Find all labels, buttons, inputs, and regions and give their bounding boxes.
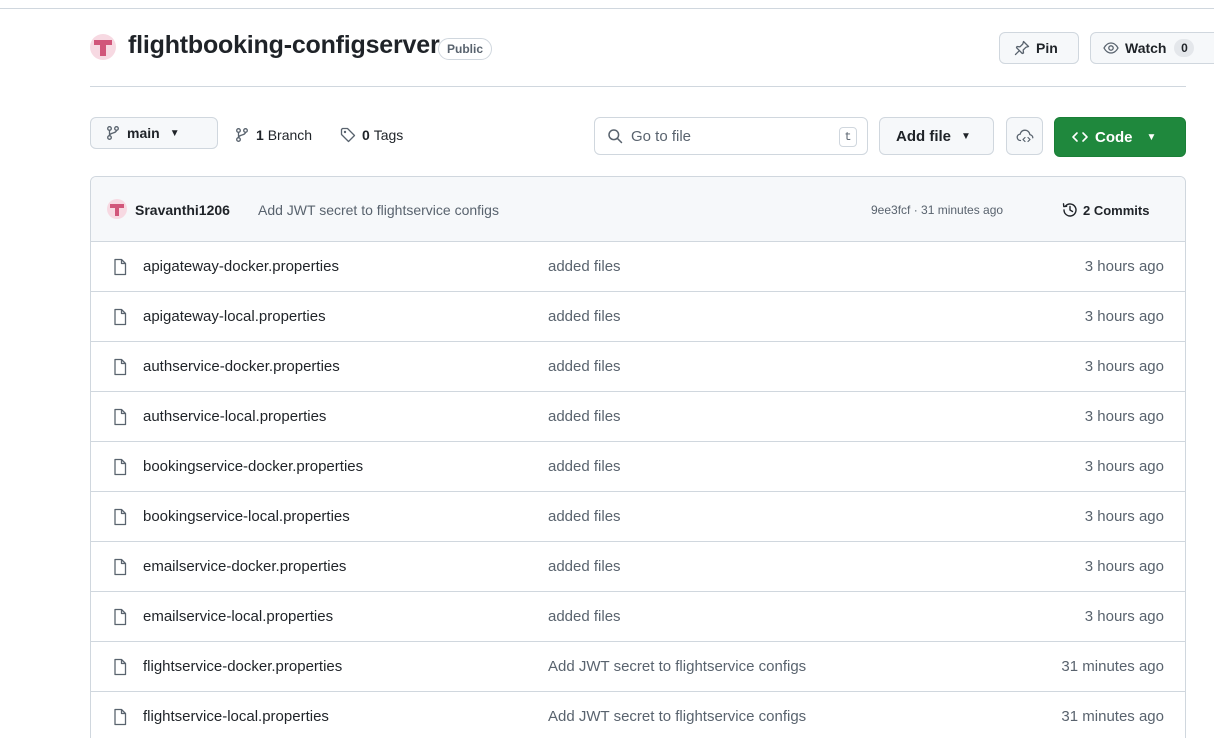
file-commit-message[interactable]: Add JWT secret to flightservice configs: [548, 708, 806, 725]
file-row[interactable]: flightservice-local.properties Add JWT se…: [91, 692, 1185, 738]
file-commit-message[interactable]: added files: [548, 258, 621, 275]
owner-avatar[interactable]: [90, 34, 116, 60]
file-name-link[interactable]: flightservice-docker.properties: [143, 658, 342, 675]
file-commit-message[interactable]: added files: [548, 558, 621, 575]
latest-commit-bar: Sravanthi1206 Add JWT secret to flightse…: [91, 177, 1185, 242]
code-button[interactable]: Code ▼: [1054, 117, 1186, 157]
commits-history-link[interactable]: 2 Commits: [1061, 201, 1149, 219]
file-commit-age: 3 hours ago: [1084, 308, 1164, 325]
codespaces-button[interactable]: [1006, 117, 1043, 155]
file-name-link[interactable]: apigateway-docker.properties: [143, 258, 339, 275]
file-row[interactable]: bookingservice-docker.properties added fi…: [91, 442, 1185, 492]
tags-label: Tags: [373, 127, 404, 143]
file-row[interactable]: authservice-local.properties added files 3…: [91, 392, 1185, 442]
file-name-link[interactable]: bookingservice-local.properties: [143, 508, 350, 525]
branch-name: main: [127, 125, 160, 141]
commit-hash-time[interactable]: 9ee3fcf · 31 minutes ago: [871, 203, 1003, 217]
file-commit-age: 3 hours ago: [1084, 608, 1164, 625]
file-commit-age: 3 hours ago: [1084, 358, 1164, 375]
chevron-down-icon: ▼: [1146, 131, 1157, 143]
watch-count: 0: [1174, 39, 1195, 57]
file-icon: [112, 508, 128, 526]
tags-link[interactable]: 0 Tags: [340, 127, 403, 143]
commit-message[interactable]: Add JWT secret to flightservice configs: [258, 202, 499, 218]
branches-count: 1: [256, 127, 264, 143]
search-input[interactable]: [631, 127, 831, 145]
file-commit-message[interactable]: added files: [548, 458, 621, 475]
top-border: [0, 0, 1214, 9]
git-branch-icon: [105, 125, 121, 141]
add-file-button[interactable]: Add file ▼: [879, 117, 994, 155]
pin-label: Pin: [1036, 40, 1058, 56]
file-row[interactable]: emailservice-local.properties added files…: [91, 592, 1185, 642]
file-commit-message[interactable]: Add JWT secret to flightservice configs: [548, 658, 806, 675]
file-icon: [112, 558, 128, 576]
branch-selector[interactable]: main ▼: [90, 117, 218, 149]
file-commit-age: 31 minutes ago: [1061, 708, 1164, 725]
file-name-link[interactable]: authservice-docker.properties: [143, 358, 340, 375]
file-commit-message[interactable]: added files: [548, 308, 621, 325]
eye-icon: [1103, 40, 1119, 56]
file-list: apigateway-docker.properties added files 3…: [91, 242, 1185, 738]
go-to-file-search[interactable]: t: [594, 117, 868, 155]
file-name-link[interactable]: emailservice-docker.properties: [143, 558, 346, 575]
file-row[interactable]: authservice-docker.properties added files…: [91, 342, 1185, 392]
file-icon: [112, 608, 128, 626]
file-commit-age: 3 hours ago: [1084, 558, 1164, 575]
code-icon: [1071, 129, 1089, 145]
file-name-link[interactable]: apigateway-local.properties: [143, 308, 326, 325]
file-icon: [112, 658, 128, 676]
file-commit-age: 3 hours ago: [1084, 458, 1164, 475]
file-icon: [112, 708, 128, 726]
file-name-link[interactable]: bookingservice-docker.properties: [143, 458, 363, 475]
file-commit-message[interactable]: added files: [548, 358, 621, 375]
keyboard-shortcut-hint: t: [839, 127, 857, 147]
file-row[interactable]: apigateway-local.properties added files 3 …: [91, 292, 1185, 342]
git-branch-icon: [234, 127, 250, 143]
pin-button[interactable]: Pin: [999, 32, 1079, 64]
search-icon: [607, 128, 623, 144]
file-commit-age: 31 minutes ago: [1061, 658, 1164, 675]
commit-author[interactable]: Sravanthi1206: [135, 202, 230, 218]
code-label: Code: [1095, 128, 1133, 146]
file-icon: [112, 308, 128, 326]
cloud-icon: [1016, 128, 1034, 144]
tags-count: 0: [362, 127, 370, 143]
file-icon: [112, 258, 128, 276]
file-row[interactable]: flightservice-docker.properties Add JWT s…: [91, 642, 1185, 692]
chevron-down-icon: ▼: [169, 127, 180, 139]
watch-label: Watch: [1125, 40, 1167, 56]
history-icon: [1061, 201, 1079, 219]
file-commit-message[interactable]: added files: [548, 608, 621, 625]
pin-icon: [1014, 40, 1030, 56]
file-commit-message[interactable]: added files: [548, 408, 621, 425]
branches-link[interactable]: 1 Branch: [234, 127, 312, 143]
header-divider: [90, 86, 1186, 87]
visibility-badge: Public: [438, 38, 493, 60]
repo-name[interactable]: flightbooking-configserver: [128, 31, 440, 60]
file-row[interactable]: bookingservice-local.properties added fil…: [91, 492, 1185, 542]
commits-label: 2 Commits: [1083, 202, 1150, 218]
file-row[interactable]: emailservice-docker.properties added file…: [91, 542, 1185, 592]
chevron-down-icon: ▼: [961, 130, 971, 142]
file-name-link[interactable]: emailservice-local.properties: [143, 608, 333, 625]
watch-button[interactable]: Watch 0: [1090, 32, 1214, 64]
file-name-link[interactable]: authservice-local.properties: [143, 408, 326, 425]
file-icon: [112, 358, 128, 376]
file-commit-message[interactable]: added files: [548, 508, 621, 525]
file-commit-age: 3 hours ago: [1084, 258, 1164, 275]
file-icon: [112, 408, 128, 426]
author-avatar[interactable]: [107, 199, 127, 219]
tag-icon: [340, 127, 356, 143]
add-file-label: Add file: [896, 127, 951, 145]
file-row[interactable]: apigateway-docker.properties added files 3…: [91, 242, 1185, 292]
file-commit-age: 3 hours ago: [1084, 508, 1164, 525]
branches-label: Branch: [267, 127, 313, 143]
file-icon: [112, 458, 128, 476]
file-name-link[interactable]: flightservice-local.properties: [143, 708, 329, 725]
file-browser: Sravanthi1206 Add JWT secret to flightse…: [90, 176, 1186, 738]
file-commit-age: 3 hours ago: [1084, 408, 1164, 425]
